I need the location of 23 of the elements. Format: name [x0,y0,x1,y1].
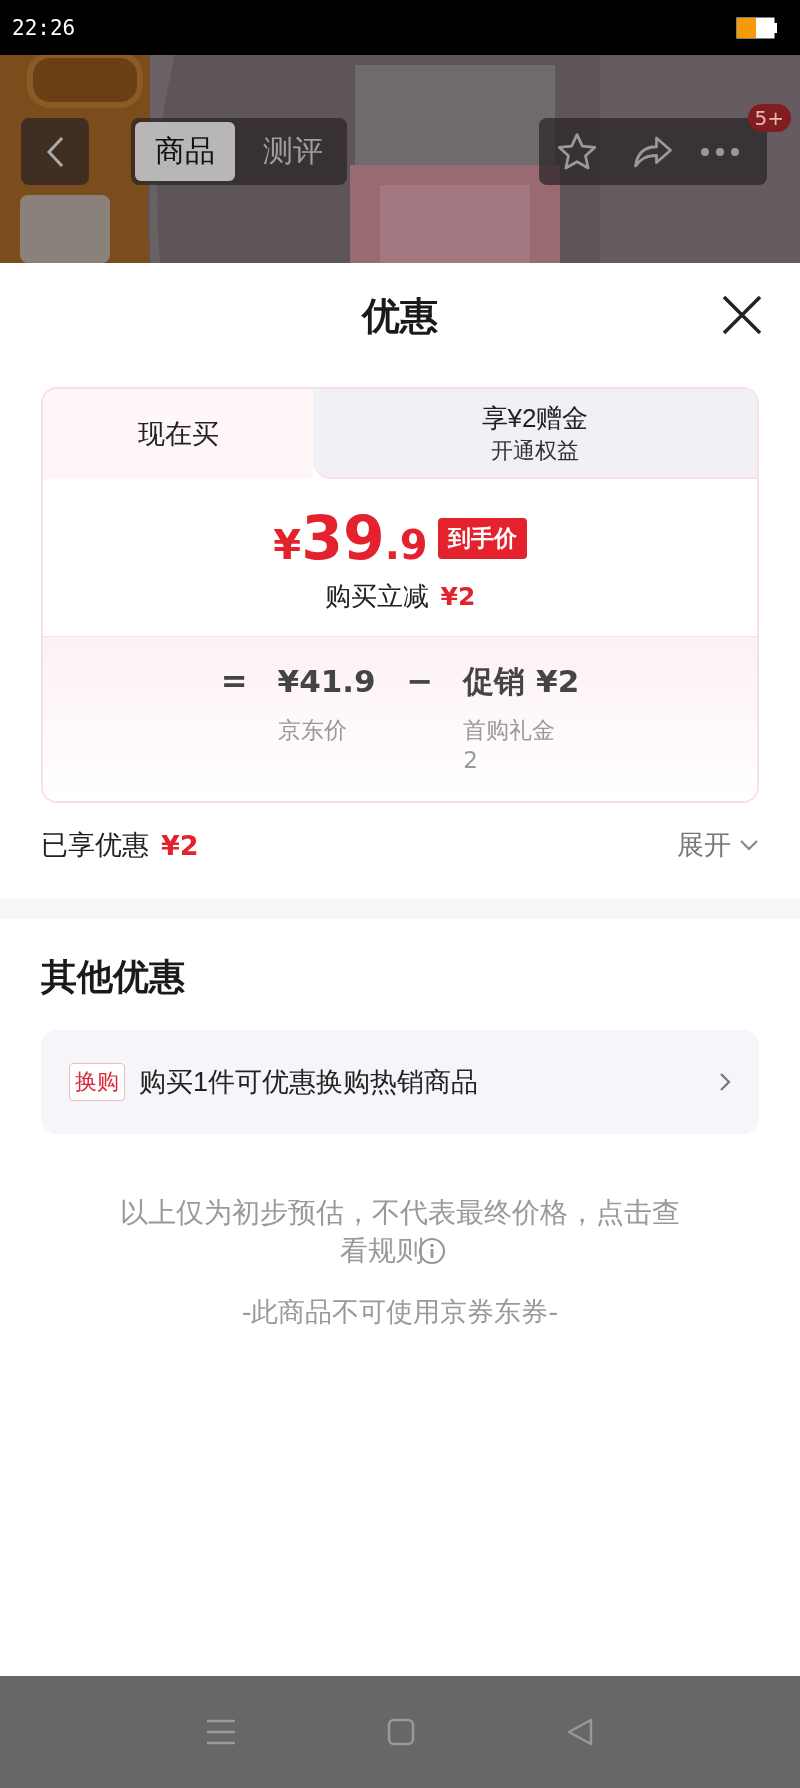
term-label: 首购礼金2 [463,716,557,775]
sheet-title: 优惠 [362,292,438,340]
status-time: 22:26 [12,15,76,40]
price-term: 促销 ¥2 [463,662,580,701]
expand-toggle[interactable]: 展开 [677,827,759,863]
price-tag: 到手价 [437,517,527,559]
page-tab[interactable]: 测评 [243,122,343,181]
price-term: ¥41.9 [277,662,377,701]
page-tab[interactable]: 商品 [135,122,235,181]
purchase-tab[interactable]: 享¥2赠金 开通权益 [313,389,757,479]
section-title: 其他优惠 [41,955,186,999]
enjoyed-label: 已享优惠 [41,828,149,862]
final-price: ¥39.9 [273,503,428,573]
term-label: 京东价 [277,716,348,745]
operator-sign: = [220,661,248,702]
offer-item[interactable]: 换购 购买1件可优惠换购热销商品 [41,1030,759,1134]
operator-sign: − [406,661,434,702]
notification-badge: 5+ [747,104,791,132]
enjoyed-value: ¥2 [161,829,199,861]
purchase-tab[interactable]: 现在买 [43,389,313,479]
saving-value: ¥2 [440,582,476,611]
saving-label: 购买立减 [324,580,429,613]
coupon-note: -此商品不可使用京券东券- [240,1295,560,1329]
